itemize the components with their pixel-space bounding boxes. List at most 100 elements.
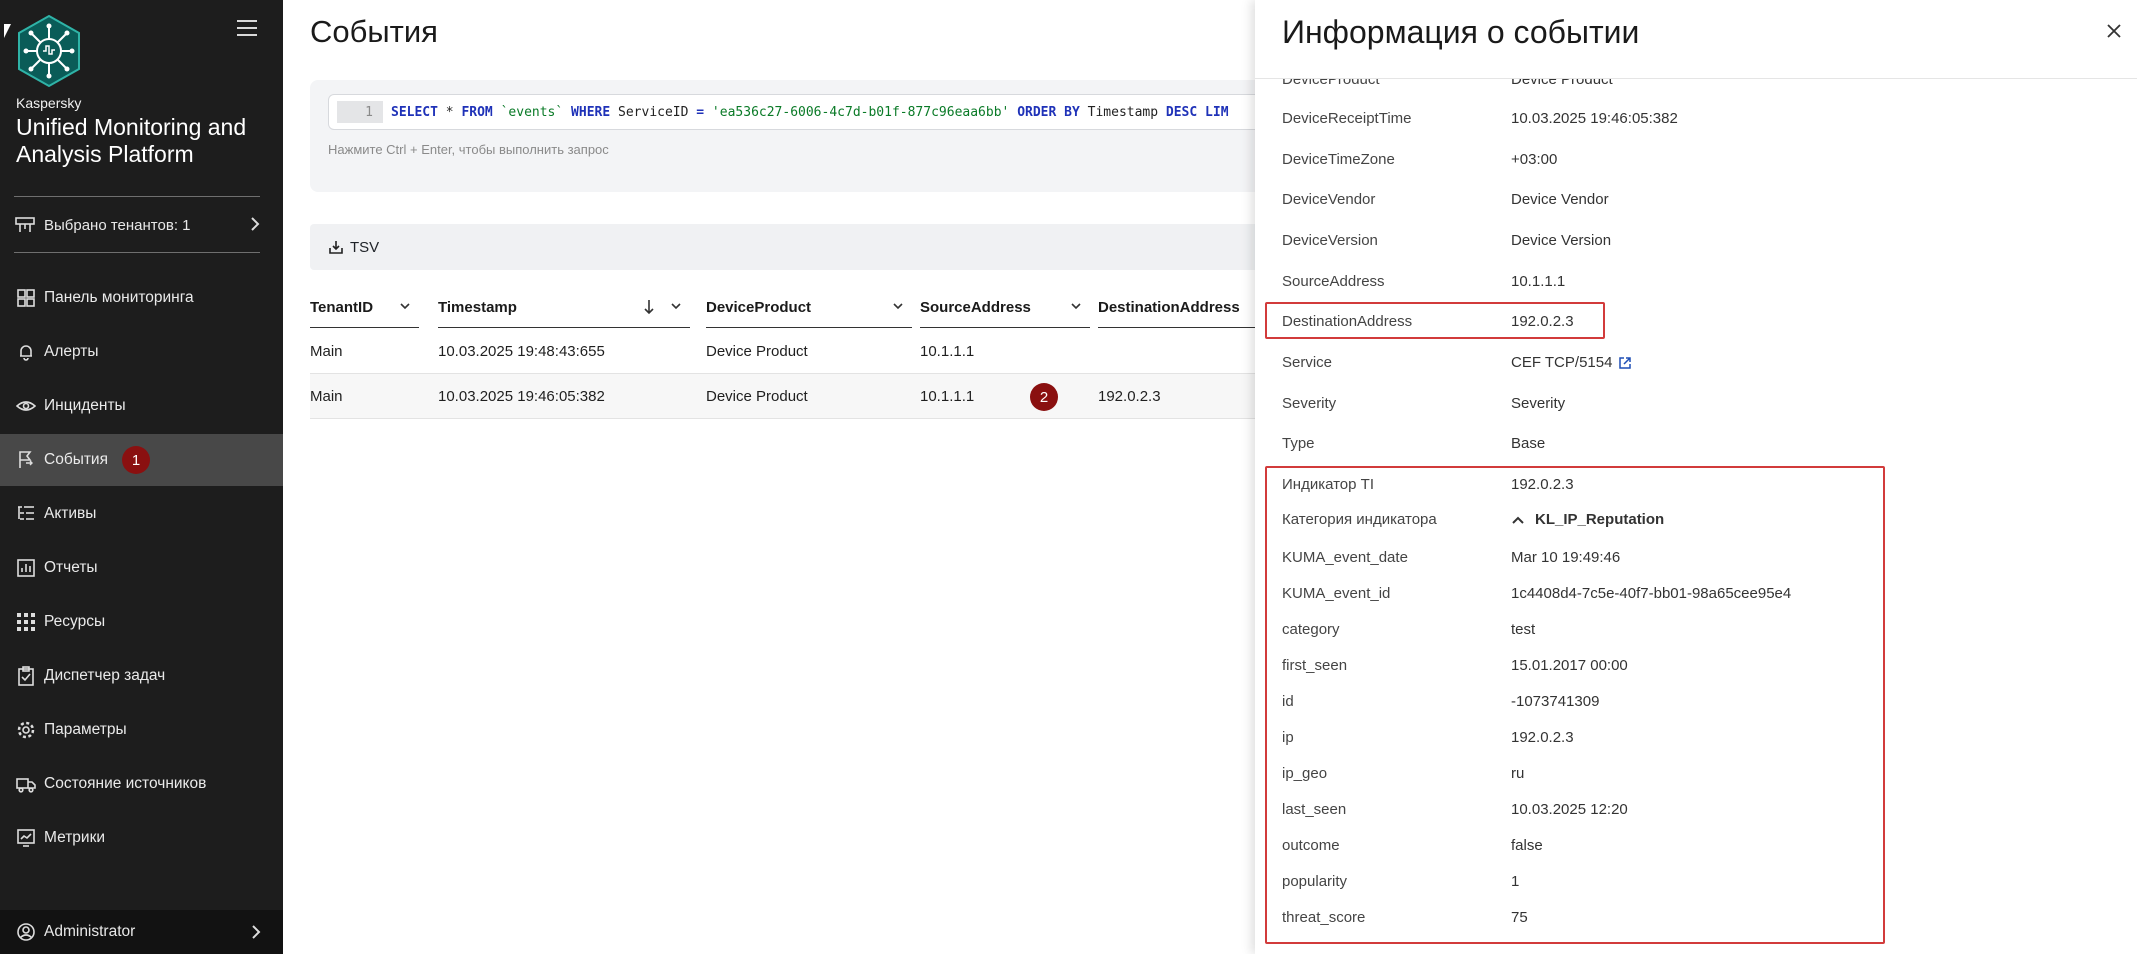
field-key: outcome — [1282, 837, 1340, 854]
chevron-down-icon[interactable] — [670, 300, 682, 312]
cell-sourceaddress: 10.1.1.1 — [920, 388, 975, 405]
annotation-badge: 1 — [121, 446, 150, 474]
tenant-selector[interactable]: Выбрано тенантов: 1 — [14, 212, 264, 238]
service-link[interactable]: CEF TCP/5154 — [1511, 354, 1632, 371]
query-input[interactable]: 1 SELECT * FROM `events` WHERE ServiceID… — [328, 94, 1266, 130]
user-menu[interactable]: Administrator — [0, 910, 283, 954]
field-row: DeviceTimeZone +03:00 — [1282, 151, 2102, 168]
tenant-label: Выбрано тенантов: 1 — [44, 216, 191, 234]
field-value: 192.0.2.3 — [1511, 476, 1574, 493]
sidebar-item-label: Активы — [44, 505, 97, 522]
field-key: KUMA_event_id — [1282, 585, 1391, 602]
export-tsv-label: TSV — [350, 238, 380, 256]
sidebar-item-dashboard[interactable]: Панель мониторинга — [0, 272, 283, 324]
sidebar-item-source-status[interactable]: Состояние источников — [0, 758, 283, 810]
field-key: Категория индикатора — [1282, 511, 1437, 528]
column-header-tenantid[interactable]: TenantID — [310, 288, 419, 328]
ti-field-row: id -1073741309 — [1282, 693, 2102, 710]
ti-field-row: popularity 1 — [1282, 873, 2102, 890]
eye-icon — [16, 401, 36, 411]
query-token — [1197, 105, 1205, 120]
sidebar-item-label: События — [44, 451, 108, 468]
sidebar-item-alerts[interactable]: Алерты — [0, 326, 283, 378]
panel-title: Информация о событии — [1282, 14, 1640, 50]
sidebar-item-label: Отчеты — [44, 559, 98, 576]
field-value: 192.0.2.3 — [1511, 729, 1574, 746]
query-editor-panel: 1 SELECT * FROM `events` WHERE ServiceID… — [310, 80, 1266, 192]
sidebar-item-reports[interactable]: Отчеты — [0, 542, 283, 594]
field-value: 192.0.2.3 — [1511, 313, 1574, 330]
sidebar-divider — [14, 196, 260, 197]
results-toolbar: TSV — [310, 224, 1266, 270]
export-tsv-button[interactable]: TSV — [328, 239, 379, 256]
ti-field-row: KUMA_event_date Mar 10 19:49:46 — [1282, 549, 2102, 566]
column-header-label: Timestamp — [438, 299, 517, 316]
chevron-down-icon[interactable] — [1070, 300, 1082, 312]
tenant-icon — [15, 217, 35, 232]
flag-icon — [19, 451, 33, 468]
ti-field-row: KUMA_event_id 1c4408d4-7c5e-40f7-bb01-98a… — [1282, 585, 2102, 602]
chart-icon — [17, 829, 35, 847]
column-header-sourceaddress[interactable]: SourceAddress — [920, 288, 1090, 328]
sidebar-item-incidents[interactable]: Инциденты — [0, 380, 283, 432]
event-fields-list: DeviceProduct Device Product DeviceReceip… — [1255, 79, 2137, 954]
cell-deviceproduct: Device Product — [706, 343, 808, 360]
chevron-down-icon[interactable] — [892, 300, 904, 312]
hamburger-line — [237, 27, 257, 29]
sidebar-item-settings[interactable]: Параметры — [0, 704, 283, 756]
menu-toggle-button[interactable] — [237, 20, 257, 36]
sidebar: Kaspersky Unified Monitoring and Analysi… — [0, 0, 283, 954]
query-token: SELECT — [391, 104, 438, 120]
field-key: SourceAddress — [1282, 273, 1385, 290]
query-token: LIM — [1205, 104, 1229, 120]
field-key: ip_geo — [1282, 765, 1328, 782]
user-name: Administrator — [44, 923, 136, 940]
column-header-timestamp[interactable]: Timestamp — [438, 288, 690, 328]
field-value: 1c4408d4-7c5e-40f7-bb01-98a65cee95e4 — [1511, 585, 1792, 602]
field-value: false — [1511, 837, 1543, 854]
column-header-deviceproduct[interactable]: DeviceProduct — [706, 288, 912, 328]
sidebar-item-label: Панель мониторинга — [44, 289, 194, 306]
sidebar-item-task-manager[interactable]: Диспетчер задач — [0, 650, 283, 702]
report-icon — [17, 559, 35, 577]
field-key: last_seen — [1282, 801, 1347, 818]
chevron-right-icon — [252, 925, 261, 939]
field-key: threat_score — [1282, 909, 1366, 926]
sidebar-item-resources[interactable]: Ресурсы — [0, 596, 283, 648]
ti-field-row: Индикатор TI 192.0.2.3 — [1282, 476, 2102, 493]
chevron-down-icon[interactable] — [399, 300, 411, 312]
query-token: 'ea536c27-6006-4c7d-b01f-877c96eaa6bb' — [704, 104, 1018, 120]
ti-field-row: Категория индикатора KL_IP_Reputation — [1282, 511, 2102, 528]
sort-descending-icon[interactable] — [642, 298, 656, 316]
field-key: Severity — [1282, 395, 1337, 412]
table-row[interactable]: Main 10.03.2025 19:46:05:382 Device Prod… — [310, 374, 1266, 419]
query-token: * — [437, 104, 462, 120]
column-header-label: TenantID — [310, 299, 374, 316]
query-hint: Нажмите Ctrl + Enter, чтобы выполнить за… — [328, 142, 609, 157]
sidebar-item-metrics[interactable]: Метрики — [0, 812, 283, 864]
sidebar-item-label: Состояние источников — [44, 775, 207, 792]
query-token: DESC — [1165, 104, 1198, 120]
field-value: Device Product — [1511, 79, 1613, 88]
field-row-highlighted: DestinationAddress 192.0.2.3 — [1282, 313, 2102, 330]
field-key: DeviceVendor — [1282, 191, 1376, 208]
indicator-category-expander[interactable]: KL_IP_Reputation — [1511, 511, 1664, 528]
field-key: KUMA_event_date — [1282, 549, 1408, 566]
field-key: DeviceTimeZone — [1282, 151, 1395, 168]
sidebar-item-assets[interactable]: Активы — [0, 488, 283, 540]
sidebar-item-label: Метрики — [44, 829, 106, 846]
sidebar-item-events[interactable]: События 1 — [0, 434, 283, 486]
column-header-destinationaddress[interactable]: DestinationAddress — [1098, 288, 1266, 328]
cell-timestamp: 10.03.2025 19:46:05:382 — [438, 388, 605, 405]
table-row[interactable]: Main 10.03.2025 19:48:43:655 Device Prod… — [310, 329, 1266, 374]
ti-field-row: ip_geo ru — [1282, 765, 2102, 782]
sidebar-item-label: Диспетчер задач — [44, 667, 166, 684]
field-value: +03:00 — [1511, 151, 1558, 168]
field-row: DeviceVersion Device Version — [1282, 232, 2102, 249]
close-icon[interactable] — [2105, 22, 2123, 40]
page-title: События — [310, 14, 438, 49]
sidebar-item-label: Алерты — [44, 343, 99, 360]
field-row: Severity Severity — [1282, 395, 2102, 412]
field-value: 10.03.2025 12:20 — [1511, 801, 1628, 818]
field-row: SourceAddress 10.1.1.1 — [1282, 273, 2102, 290]
